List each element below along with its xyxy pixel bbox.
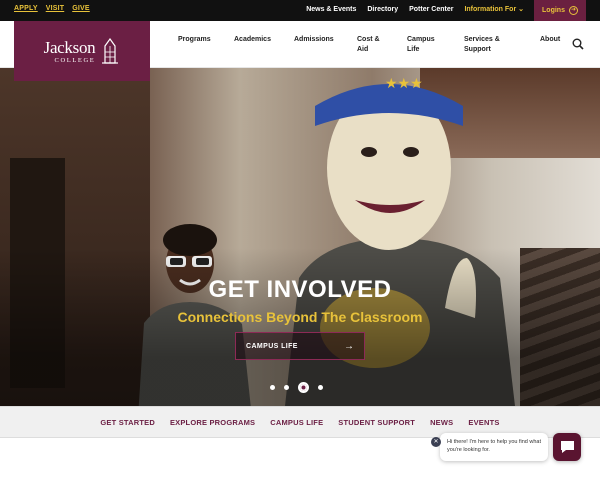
hero-title: GET INVOLVED bbox=[208, 276, 392, 303]
give-link[interactable]: GIVE bbox=[72, 5, 90, 12]
carousel-dot[interactable] bbox=[284, 385, 289, 390]
carousel-dot-active[interactable] bbox=[298, 382, 309, 393]
college-logo[interactable]: Jackson COLLEGE bbox=[14, 21, 150, 81]
chat-greeting-bubble[interactable]: Hi there! I'm here to help you find what… bbox=[440, 433, 548, 461]
chat-greeting-text: Hi there! I'm here to help you find what… bbox=[447, 439, 541, 453]
chat-icon bbox=[560, 441, 574, 453]
nav-academics[interactable]: Academics bbox=[234, 35, 294, 55]
tab-student-support[interactable]: STUDENT SUPPORT bbox=[338, 418, 415, 427]
quick-links: APPLY VISIT GIVE bbox=[14, 5, 90, 12]
utility-links: News & Events Directory Potter Center In… bbox=[306, 5, 524, 14]
carousel-dot[interactable] bbox=[270, 385, 275, 390]
news-events-link[interactable]: News & Events bbox=[306, 6, 356, 13]
carousel-dot[interactable] bbox=[318, 385, 323, 390]
apply-link[interactable]: APPLY bbox=[14, 5, 38, 12]
visit-link[interactable]: VISIT bbox=[46, 5, 65, 12]
logo-subtitle: COLLEGE bbox=[54, 56, 96, 64]
nav-about[interactable]: About bbox=[540, 35, 570, 55]
hero-carousel: ★★★ GET INVOLVED Connections Beyond The … bbox=[0, 68, 600, 406]
arrow-right-icon: → bbox=[344, 340, 354, 352]
main-nav: Programs Academics Admissions Cost & Aid… bbox=[178, 35, 570, 55]
potter-center-link[interactable]: Potter Center bbox=[409, 6, 453, 13]
logo-wordmark: Jackson COLLEGE bbox=[44, 39, 96, 64]
logins-label: Logins bbox=[542, 7, 565, 14]
hero-subtitle: Connections Beyond The Classroom bbox=[177, 309, 423, 325]
site-header: Jackson COLLEGE Programs Academics Admis… bbox=[0, 21, 600, 81]
campus-life-button-label: CAMPUS LIFE bbox=[246, 342, 298, 350]
chevron-down-icon: ⌄ bbox=[518, 6, 524, 13]
tab-campus-life[interactable]: CAMPUS LIFE bbox=[270, 418, 323, 427]
search-icon[interactable] bbox=[572, 38, 584, 50]
directory-link[interactable]: Directory bbox=[367, 6, 398, 13]
campus-life-button[interactable]: CAMPUS LIFE → bbox=[235, 332, 365, 360]
carousel-dots bbox=[270, 382, 323, 393]
tab-events[interactable]: EVENTS bbox=[468, 418, 499, 427]
information-for-label: Information For bbox=[464, 6, 517, 13]
logo-name: Jackson bbox=[43, 37, 96, 57]
tab-explore-programs[interactable]: EXPLORE PROGRAMS bbox=[170, 418, 255, 427]
chat-launcher-button[interactable] bbox=[553, 433, 581, 461]
close-icon[interactable]: ✕ bbox=[431, 437, 441, 447]
arrow-right-circle-icon: ➜ bbox=[568, 6, 578, 15]
nav-admissions[interactable]: Admissions bbox=[294, 35, 357, 55]
logins-button[interactable]: Logins ➜ bbox=[534, 0, 586, 21]
nav-programs[interactable]: Programs bbox=[178, 35, 234, 55]
tab-news[interactable]: NEWS bbox=[430, 418, 453, 427]
nav-services-support[interactable]: Services & Support bbox=[464, 35, 516, 55]
utility-bar: APPLY VISIT GIVE News & Events Directory… bbox=[0, 0, 600, 21]
nav-campus-life[interactable]: Campus Life bbox=[407, 35, 441, 55]
tower-logo-icon bbox=[102, 38, 119, 64]
nav-cost-aid[interactable]: Cost & Aid bbox=[357, 35, 391, 55]
information-for-dropdown[interactable]: Information For ⌄ bbox=[464, 5, 524, 13]
svg-text:★★★: ★★★ bbox=[385, 76, 423, 92]
tab-get-started[interactable]: GET STARTED bbox=[100, 418, 155, 427]
